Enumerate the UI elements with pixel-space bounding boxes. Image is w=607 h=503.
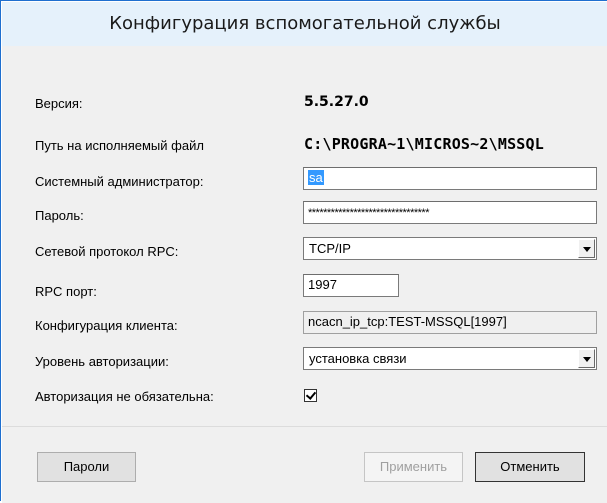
password-input-value: ******************************** [308, 207, 429, 219]
cancel-button[interactable]: Отменить [475, 452, 585, 482]
dialog-window: Конфигурация вспомогательной службы Верс… [0, 0, 607, 503]
client-config-value: ncacn_ip_tcp:TEST-MSSQL[1997] [308, 314, 507, 329]
auth-optional-checkbox[interactable] [304, 389, 317, 402]
rpc-protocol-label: Сетевой протокол RPC: [35, 244, 179, 259]
apply-button[interactable]: Применить [364, 452, 463, 482]
auth-level-label: Уровень авторизации: [35, 354, 169, 369]
rpc-protocol-select[interactable]: TCP/IP [303, 237, 597, 260]
password-label: Пароль: [35, 208, 84, 223]
rpc-protocol-value: TCP/IP [309, 241, 351, 256]
rpc-port-label: RPC порт: [35, 284, 97, 299]
admin-label: Системный администратор: [35, 174, 204, 189]
auth-level-select[interactable]: установка связи [303, 347, 597, 370]
admin-input-value: sa [308, 170, 324, 185]
password-input[interactable]: ******************************** [303, 201, 597, 224]
dropdown-arrow-icon[interactable] [578, 349, 595, 368]
rpc-port-value: 1997 [308, 277, 337, 292]
version-value: 5.5.27.0 [304, 94, 369, 110]
auth-level-value: установка связи [309, 351, 407, 366]
client-config-label: Конфигурация клиента: [35, 318, 178, 333]
path-value: C:\PROGRA~1\MICROS~2\MSSQL [304, 135, 544, 153]
window-title: Конфигурация вспомогательной службы [109, 13, 501, 34]
client-config-field: ncacn_ip_tcp:TEST-MSSQL[1997] [303, 311, 597, 334]
path-label: Путь на исполняемый файл [35, 138, 204, 153]
auth-optional-label: Авторизация не обязательна: [35, 389, 214, 404]
rpc-port-input[interactable]: 1997 [303, 274, 399, 297]
dropdown-arrow-icon[interactable] [578, 239, 595, 258]
passwords-button[interactable]: Пароли [37, 452, 136, 482]
title-bar: Конфигурация вспомогательной службы [2, 2, 607, 46]
version-label: Версия: [35, 96, 83, 111]
admin-input[interactable]: sa [303, 167, 597, 190]
